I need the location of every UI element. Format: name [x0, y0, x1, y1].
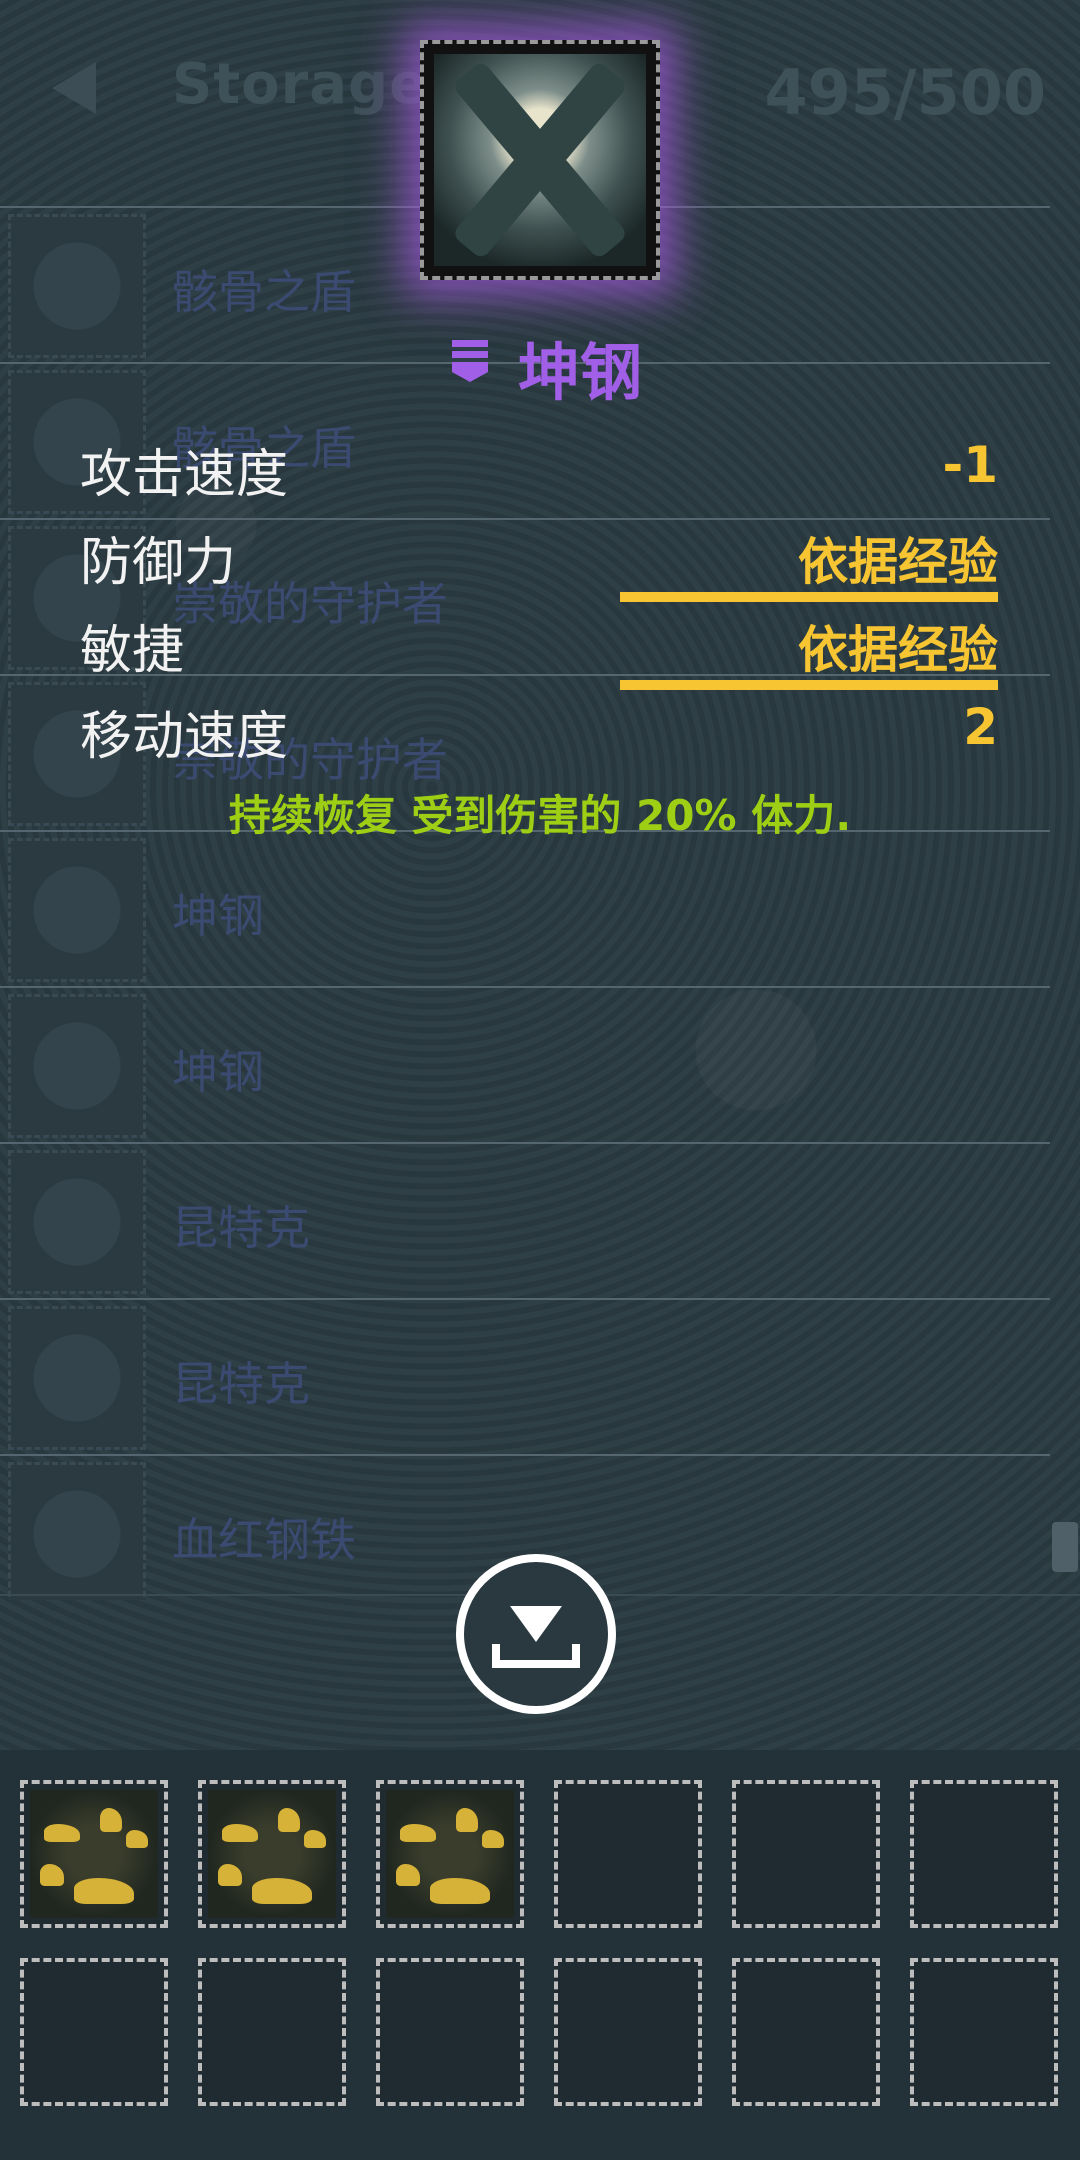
emblem-shield-icon — [8, 1150, 146, 1294]
list-item-name: 昆特克 — [172, 1201, 310, 1255]
gold-pile-icon — [208, 1790, 336, 1918]
item-title: 坤钢 — [518, 336, 643, 409]
storage-capacity: 495/500 — [764, 56, 1046, 129]
gold-pile-icon — [386, 1790, 514, 1918]
item-portrait-frame — [420, 40, 660, 280]
download-arrow-icon — [492, 1606, 580, 1668]
stat-underline-defense — [620, 592, 998, 602]
stat-label-agility: 敏捷 — [80, 621, 185, 681]
steel-shield-icon — [8, 994, 146, 1138]
list-item-name: 昆特克 — [172, 1357, 310, 1411]
item-effect-text: 持续恢复 受到伤害的 20% 体力. — [228, 791, 852, 840]
list-item[interactable]: 坤钢 — [0, 986, 1050, 1144]
inventory-panel — [0, 1750, 1080, 2160]
storage-title: Storage — [172, 52, 429, 117]
skull-shield-icon — [8, 214, 146, 358]
steel-shield-icon — [8, 838, 146, 982]
list-item-name: 坤钢 — [172, 1045, 264, 1099]
inventory-slot-6[interactable] — [910, 1780, 1058, 1928]
inventory-slot-12[interactable] — [910, 1958, 1058, 2106]
inventory-slot-5[interactable] — [732, 1780, 880, 1928]
inventory-slot-10[interactable] — [554, 1958, 702, 2106]
inventory-slot-3[interactable] — [376, 1780, 524, 1928]
crimson-steel-icon — [8, 1462, 146, 1600]
stat-value-defense: 依据经验 — [798, 533, 998, 591]
inventory-slot-11[interactable] — [732, 1958, 880, 2106]
stat-underline-agility — [620, 680, 998, 690]
rarity-chevron-icon — [452, 340, 488, 382]
inventory-slot-2[interactable] — [198, 1780, 346, 1928]
stat-label-move-speed: 移动速度 — [80, 707, 289, 767]
stat-label-attack-speed: 攻击速度 — [80, 445, 289, 505]
drop-item-button[interactable] — [456, 1554, 616, 1714]
list-item[interactable]: 昆特克 — [0, 1298, 1050, 1456]
stat-label-defense: 防御力 — [80, 533, 237, 593]
inventory-slot-9[interactable] — [376, 1958, 524, 2106]
inventory-slot-8[interactable] — [198, 1958, 346, 2106]
stat-value-attack-speed: -1 — [942, 436, 998, 494]
list-item[interactable]: 坤钢 — [0, 830, 1050, 988]
inventory-slot-7[interactable] — [20, 1958, 168, 2106]
back-arrow-icon[interactable] — [52, 62, 96, 114]
stat-value-agility: 依据经验 — [798, 621, 998, 679]
emblem-shield-icon — [8, 1306, 146, 1450]
gold-pile-icon — [30, 1790, 158, 1918]
list-item-name: 骸骨之盾 — [172, 265, 356, 319]
inventory-slot-1[interactable] — [20, 1780, 168, 1928]
scrollbar-thumb[interactable] — [1052, 1522, 1078, 1572]
list-item-name: 血红钢铁 — [172, 1513, 356, 1567]
list-item[interactable]: 昆特克 — [0, 1142, 1050, 1300]
steel-shield-item-icon — [434, 54, 646, 266]
stat-value-move-speed: 2 — [963, 698, 998, 756]
list-item-name: 坤钢 — [172, 889, 264, 943]
inventory-slot-4[interactable] — [554, 1780, 702, 1928]
